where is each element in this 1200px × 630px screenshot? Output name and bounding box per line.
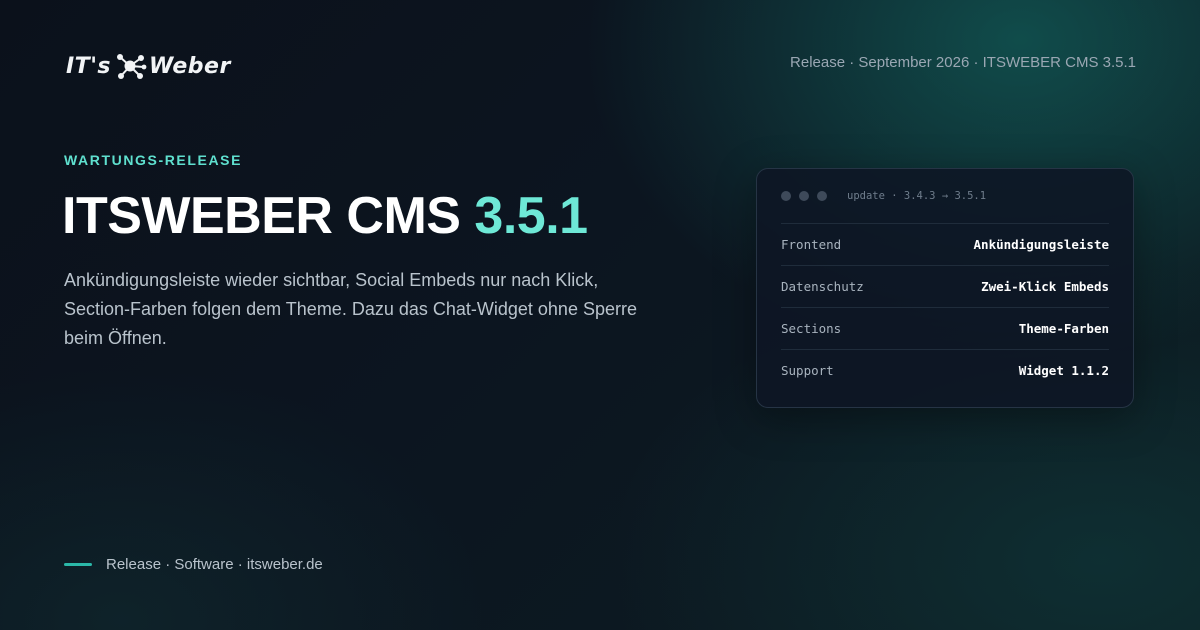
footer-text: Release · Software · itsweber.de bbox=[106, 556, 323, 573]
change-row: Sections Theme-Farben bbox=[781, 308, 1109, 350]
change-value: Zwei-Klick Embeds bbox=[981, 279, 1109, 294]
window-dot-icon bbox=[799, 191, 809, 201]
release-type-label: WARTUNGS-RELEASE bbox=[64, 152, 243, 168]
release-description: Ankündigungsleiste wieder sichtbar, Soci… bbox=[64, 270, 637, 348]
change-area: Datenschutz bbox=[781, 279, 864, 294]
window-dot-icon bbox=[781, 191, 791, 201]
page-title: ITSWEBER CMS 3.5.1 bbox=[62, 186, 588, 246]
molecule-icon bbox=[117, 54, 147, 79]
change-row: Frontend Ankündigungsleiste bbox=[781, 224, 1109, 266]
title-product: ITSWEBER CMS bbox=[62, 187, 475, 245]
logo-text-left: IT's bbox=[66, 53, 112, 79]
change-value: Widget 1.1.2 bbox=[1018, 363, 1109, 378]
title-version: 3.5.1 bbox=[474, 187, 588, 245]
change-area: Frontend bbox=[781, 237, 842, 252]
change-area: Sections bbox=[781, 321, 842, 336]
brand-logo: IT's Weber bbox=[66, 46, 231, 86]
change-value: Ankündigungsleiste bbox=[973, 237, 1109, 252]
change-row: Datenschutz Zwei-Klick Embeds bbox=[781, 266, 1109, 308]
logo-text-right: Weber bbox=[149, 53, 231, 79]
update-card: update · 3.4.3 → 3.5.1 Frontend Ankündig… bbox=[756, 168, 1134, 408]
window-dot-icon bbox=[817, 191, 827, 201]
change-row: Support Widget 1.1.2 bbox=[781, 350, 1109, 391]
release-meta: Release · September 2026 · ITSWEBER CMS … bbox=[790, 54, 1136, 71]
update-path: update · 3.4.3 → 3.5.1 bbox=[847, 190, 987, 202]
footer-accent-line bbox=[64, 563, 92, 566]
change-value: Theme-Farben bbox=[1018, 321, 1109, 336]
card-header: update · 3.4.3 → 3.5.1 bbox=[781, 169, 1109, 224]
footer: Release · Software · itsweber.de bbox=[64, 556, 323, 573]
change-area: Support bbox=[781, 363, 834, 378]
